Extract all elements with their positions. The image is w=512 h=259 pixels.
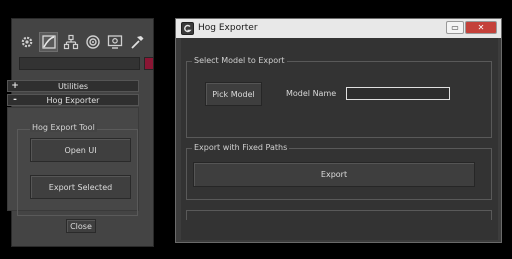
utilities-tab[interactable] [127, 32, 146, 52]
group-title: Hog Export Tool [30, 123, 97, 132]
modify-icon [41, 35, 56, 49]
rollout-hog-exporter[interactable]: - Hog Exporter [7, 94, 139, 106]
object-color-swatch[interactable] [144, 57, 154, 70]
open-ui-button[interactable]: Open UI [30, 138, 131, 162]
close-button[interactable]: Close [66, 219, 96, 233]
fixed-paths-group-title: Export with Fixed Paths [192, 143, 290, 152]
motion-icon [85, 35, 100, 49]
expand-icon: + [11, 81, 19, 91]
export-selected-button[interactable]: Export Selected [30, 175, 131, 199]
display-icon [107, 35, 122, 49]
hierarchy-tab[interactable] [61, 32, 80, 52]
modify-tab[interactable] [39, 32, 58, 52]
collapse-icon: - [13, 95, 17, 105]
app-icon [181, 22, 194, 35]
motion-tab[interactable] [83, 32, 102, 52]
hammer-icon [130, 36, 143, 49]
hierarchy-icon [63, 34, 78, 50]
rollout-title: Hog Exporter [46, 95, 100, 105]
rollout-title: Utilities [57, 81, 89, 91]
display-tab[interactable] [105, 32, 124, 52]
model-name-field[interactable] [346, 87, 450, 100]
command-panel-tabs [17, 32, 150, 54]
select-model-group-title: Select Model to Export [192, 56, 287, 65]
object-name-field[interactable] [19, 57, 140, 70]
minimize-button[interactable]: ▭ [446, 21, 464, 34]
window-title-bar[interactable]: Hog Exporter ▭ ✕ [176, 19, 501, 38]
window-close-button[interactable]: ✕ [465, 21, 497, 34]
model-name-label: Model Name [286, 89, 337, 98]
window-title: Hog Exporter [198, 23, 258, 33]
export-button[interactable]: Export [193, 162, 475, 187]
bottom-group [186, 210, 492, 220]
gear-icon [21, 36, 32, 48]
pick-model-button[interactable]: Pick Model [205, 82, 262, 106]
rollout-utilities[interactable]: + Utilities [7, 80, 139, 92]
create-tab[interactable] [17, 32, 36, 52]
